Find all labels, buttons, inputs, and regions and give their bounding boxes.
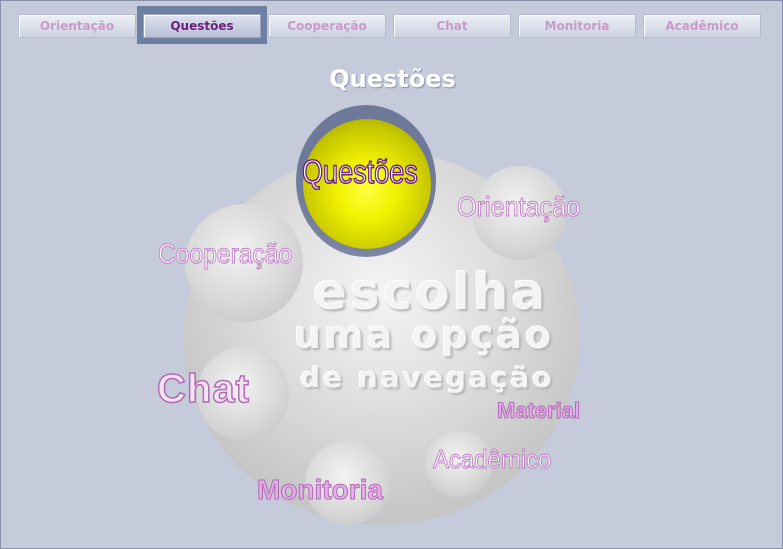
option-monitoria[interactable]: Monitoria: [257, 474, 384, 506]
option-material[interactable]: Material: [496, 398, 580, 424]
center-text-line3: de navegação: [300, 361, 555, 394]
tab-monitoria[interactable]: Monitoria: [518, 14, 636, 38]
page-title: Questões: [329, 65, 456, 93]
tab-orientacao[interactable]: Orientação: [18, 14, 136, 38]
tab-questoes[interactable]: Questões: [143, 14, 261, 38]
option-academico[interactable]: Acadêmico: [433, 444, 552, 475]
tab-chat[interactable]: Chat: [393, 14, 511, 38]
center-text-line2: uma opção: [294, 313, 555, 357]
page-frame: Orientação Questões Cooperação Chat Moni…: [0, 0, 783, 549]
option-chat[interactable]: Chat: [156, 366, 250, 412]
tab-cooperacao[interactable]: Cooperação: [268, 14, 386, 38]
option-questoes[interactable]: Questões: [301, 152, 418, 191]
option-cooperacao[interactable]: Cooperação: [158, 238, 293, 270]
tab-academico[interactable]: Acadêmico: [643, 14, 761, 38]
option-orientacao[interactable]: Orientação: [457, 191, 581, 223]
